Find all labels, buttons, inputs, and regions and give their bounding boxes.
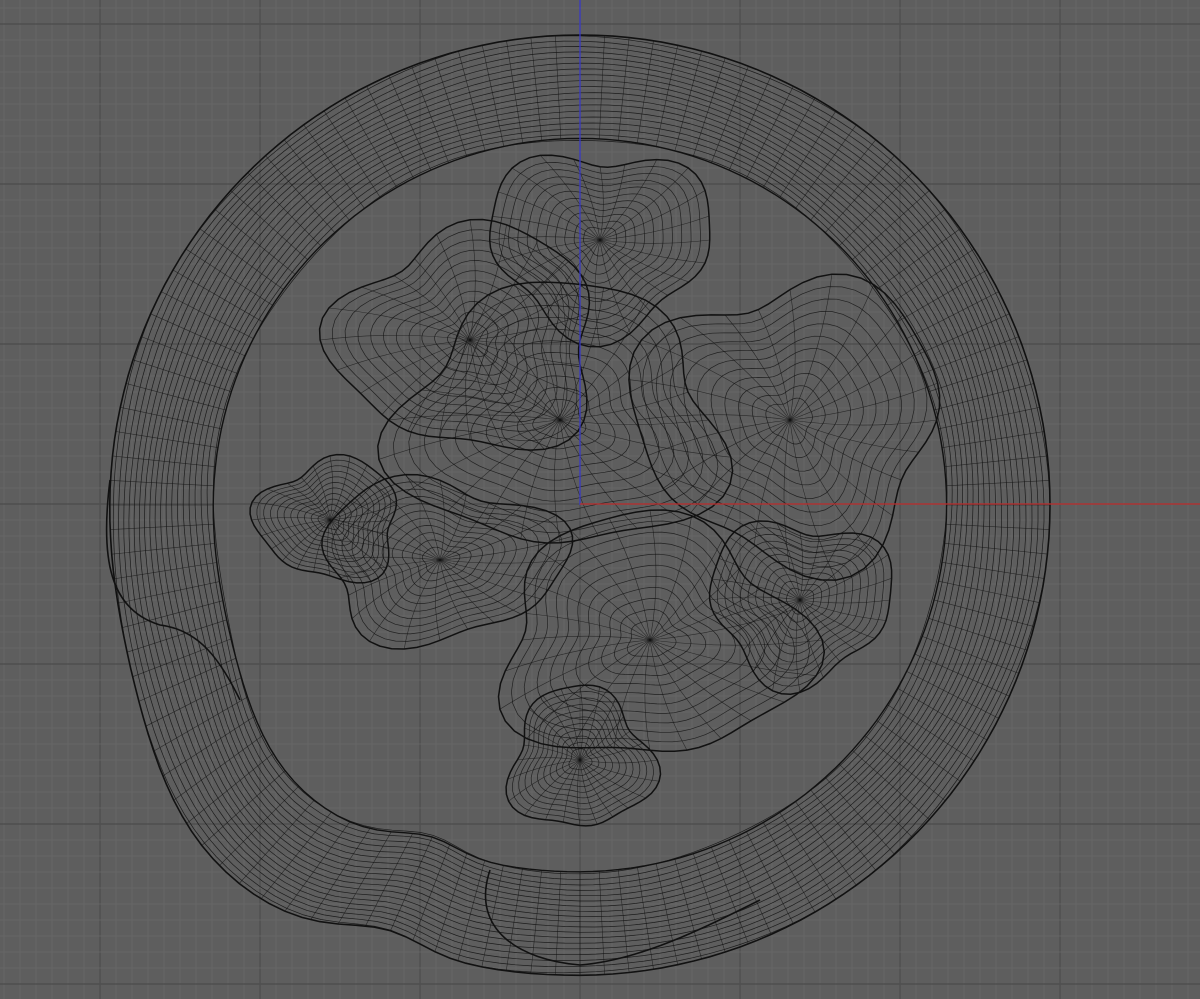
axis-lines: [579, 0, 1200, 505]
3d-viewport[interactable]: [0, 0, 1200, 999]
